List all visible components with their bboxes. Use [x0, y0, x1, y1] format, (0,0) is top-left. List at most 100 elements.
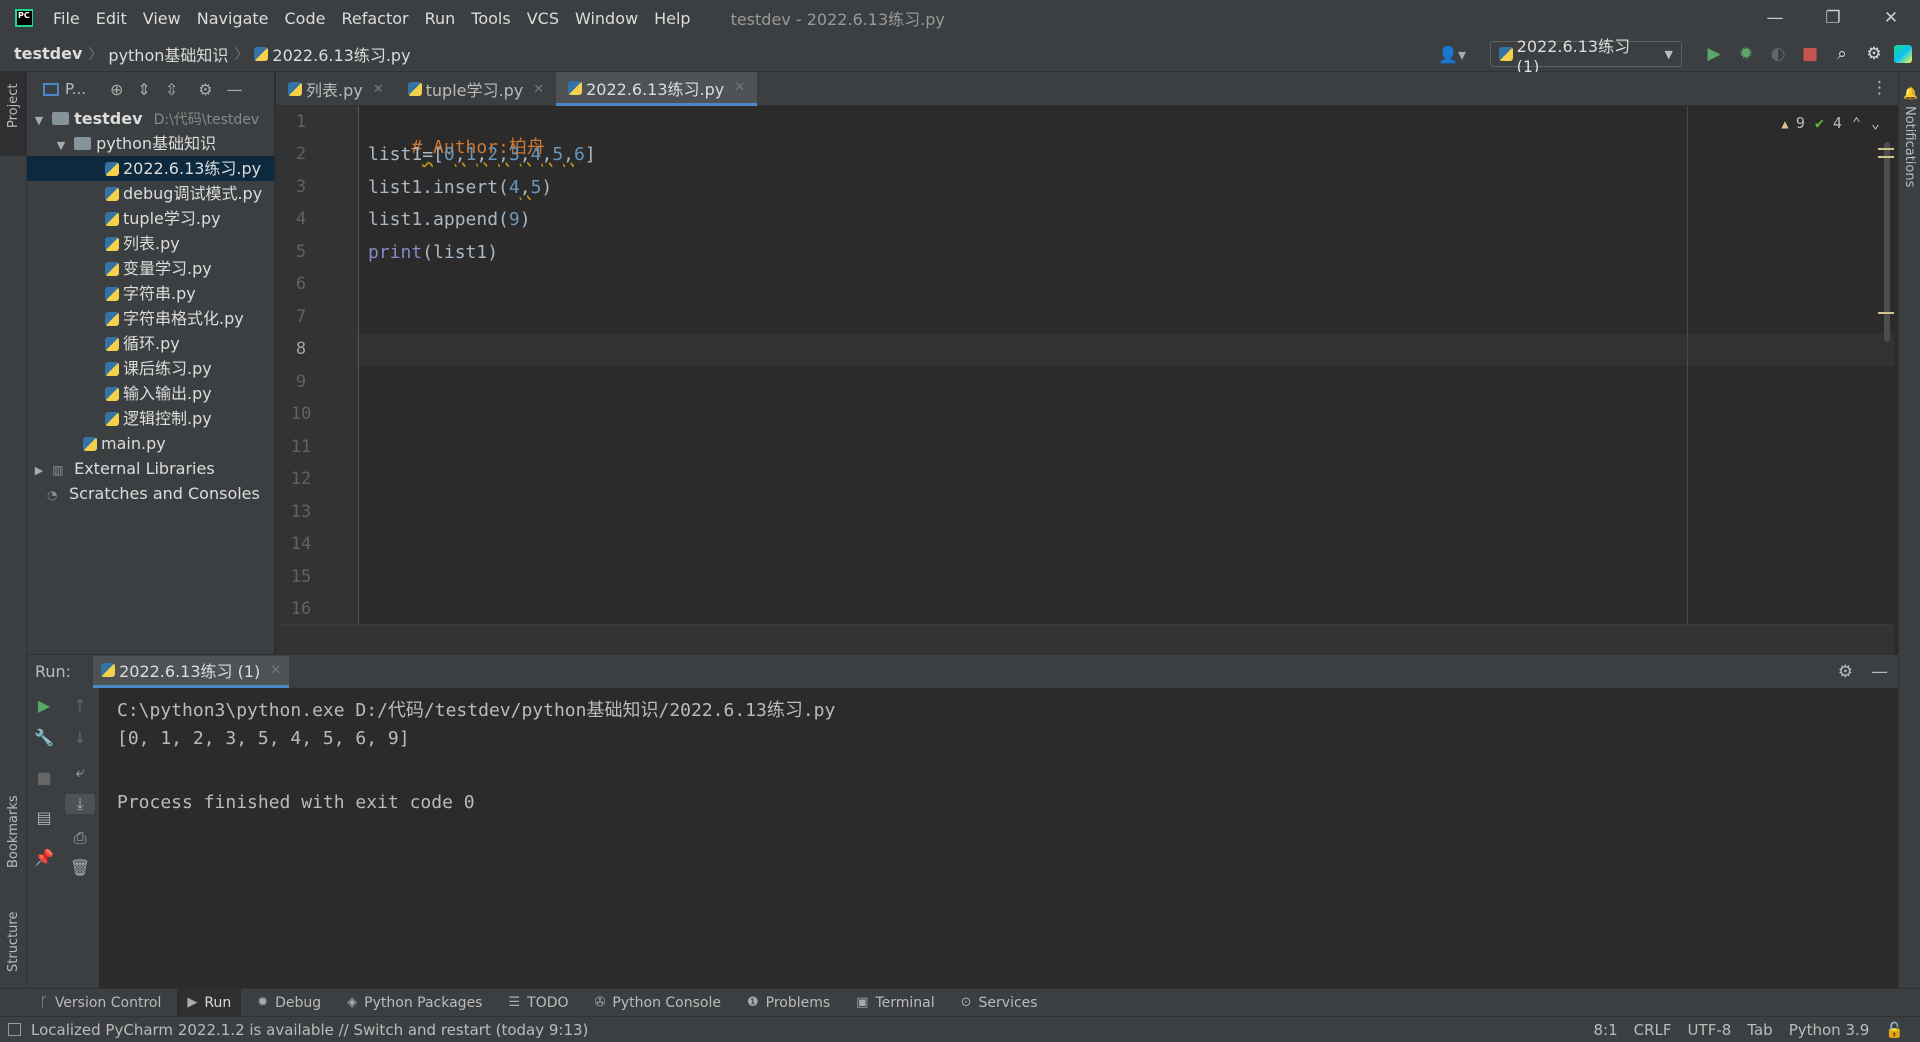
error-stripe-marker[interactable]: [1878, 148, 1894, 150]
tree-file-item[interactable]: debug调试模式.py: [27, 181, 274, 206]
hide-panel-icon[interactable]: —: [1871, 662, 1888, 682]
python-interpreter[interactable]: Python 3.9: [1789, 1021, 1870, 1039]
tree-folder[interactable]: ▼ python基础知识: [27, 131, 274, 156]
close-icon[interactable]: ✕: [533, 82, 544, 97]
project-panel-title[interactable]: P...: [65, 80, 86, 98]
hide-panel-icon[interactable]: —: [227, 80, 243, 99]
line-separator[interactable]: CRLF: [1634, 1021, 1672, 1039]
tree-file-main[interactable]: main.py: [27, 431, 274, 456]
run-icon[interactable]: ▶: [1698, 44, 1730, 64]
run-configuration-select[interactable]: 2022.6.13练习 (1) ▼: [1490, 37, 1682, 76]
breadcrumb-folder[interactable]: python基础知识: [108, 42, 228, 66]
soft-wrap-icon[interactable]: ⤶: [65, 762, 95, 782]
bookmarks-strip-label[interactable]: Bookmarks: [6, 795, 21, 868]
structure-strip-label[interactable]: Structure: [6, 912, 21, 972]
rerun-icon[interactable]: ▶: [29, 696, 59, 715]
run-console[interactable]: C:\python3\python.exe D:/代码/testdev/pyth…: [99, 688, 1898, 988]
tool-window-debug[interactable]: ✹ Debug: [257, 989, 321, 1017]
indent-setting[interactable]: Tab: [1747, 1021, 1772, 1039]
menu-vcs[interactable]: VCS: [527, 9, 559, 28]
arrow-up-icon[interactable]: ↑: [65, 696, 95, 715]
tool-window-run[interactable]: ▶ Run: [177, 988, 242, 1017]
collapse-all-icon[interactable]: ⇳: [165, 80, 178, 99]
chevron-up-icon[interactable]: ⌃: [1852, 114, 1861, 132]
breadcrumb-file[interactable]: 2022.6.13练习.py: [272, 42, 410, 66]
tool-window-version-control[interactable]: ᚴ Version Control: [40, 989, 161, 1017]
chevron-down-icon[interactable]: ⌄: [1871, 114, 1880, 132]
more-icon[interactable]: ⋮: [1871, 78, 1888, 98]
toggle-tool-windows-icon[interactable]: [8, 1023, 21, 1036]
trash-icon[interactable]: 🗑: [65, 858, 95, 877]
tree-file-item[interactable]: 变量学习.py: [27, 256, 274, 281]
error-stripe-marker[interactable]: [1878, 312, 1894, 314]
tree-file-item[interactable]: 课后练习.py: [27, 356, 274, 381]
coverage-icon[interactable]: ◐: [1762, 44, 1794, 64]
tree-external-libraries[interactable]: ▶ ▥ External Libraries: [27, 456, 274, 481]
tree-file-item[interactable]: 列表.py: [27, 231, 274, 256]
run-tab[interactable]: 2022.6.13练习 (1) ✕: [93, 655, 290, 688]
menu-edit[interactable]: Edit: [96, 9, 127, 28]
menu-view[interactable]: View: [143, 9, 181, 28]
tree-file-item[interactable]: 逻辑控制.py: [27, 406, 274, 431]
editor-tab-active[interactable]: 2022.6.13练习.py ✕: [556, 72, 758, 106]
tool-window-problems[interactable]: ❶ Problems: [747, 989, 830, 1017]
locate-icon[interactable]: ⊕: [110, 80, 123, 99]
close-window-icon[interactable]: ✕: [1862, 0, 1920, 36]
gear-icon[interactable]: ⚙: [198, 80, 212, 99]
expand-all-icon[interactable]: ⇕: [137, 80, 150, 99]
menu-run[interactable]: Run: [425, 9, 456, 28]
menu-help[interactable]: Help: [654, 9, 690, 28]
code-editor[interactable]: 1 2 3 4 5 6 7 8 9 10 11 12 13 14 15 16 #…: [276, 106, 1898, 654]
tree-file-item[interactable]: 循环.py: [27, 331, 274, 356]
print-icon[interactable]: ⎙: [65, 828, 95, 848]
menu-refactor[interactable]: Refactor: [341, 9, 408, 28]
user-icon[interactable]: 👤▾: [1438, 45, 1466, 64]
breadcrumb-project[interactable]: testdev: [14, 44, 82, 63]
menu-tools[interactable]: Tools: [471, 9, 510, 28]
close-icon[interactable]: ✕: [270, 663, 281, 678]
debug-icon[interactable]: ✹: [1730, 44, 1762, 64]
stop-icon[interactable]: ■: [29, 768, 59, 787]
tree-scratches[interactable]: ◔ Scratches and Consoles: [27, 481, 274, 506]
tree-file-item[interactable]: tuple学习.py: [27, 206, 274, 231]
stop-icon[interactable]: ■: [1794, 44, 1826, 64]
cursor-position[interactable]: 8:1: [1594, 1021, 1618, 1039]
restore-icon[interactable]: ❐: [1804, 0, 1862, 36]
pin-icon[interactable]: 📌: [29, 848, 59, 867]
tree-file-item[interactable]: 字符串格式化.py: [27, 306, 274, 331]
tree-file-item[interactable]: 字符串.py: [27, 281, 274, 306]
minimize-icon[interactable]: —: [1746, 0, 1804, 36]
gear-icon[interactable]: ⚙: [1838, 662, 1853, 682]
project-strip-tab[interactable]: Project: [0, 72, 27, 156]
menu-file[interactable]: File: [53, 9, 80, 28]
tree-file-item[interactable]: 输入输出.py: [27, 381, 274, 406]
gear-icon[interactable]: ⚙: [1858, 44, 1890, 64]
tree-root[interactable]: ▼ testdev D:\代码\testdev: [27, 106, 274, 131]
tool-window-python-packages[interactable]: ◈ Python Packages: [347, 989, 482, 1017]
file-encoding[interactable]: UTF-8: [1688, 1021, 1732, 1039]
tool-window-terminal[interactable]: ▣ Terminal: [856, 989, 934, 1017]
arrow-down-icon[interactable]: ↓: [65, 728, 95, 747]
status-message[interactable]: Localized PyCharm 2022.1.2 is available …: [31, 1021, 588, 1039]
close-icon[interactable]: ✕: [734, 80, 745, 95]
inspection-widget[interactable]: 9 4 ⌃ ⌄: [1771, 114, 1880, 132]
bell-icon[interactable]: 🔔: [1903, 86, 1918, 100]
tree-file-item[interactable]: 2022.6.13练习.py: [27, 156, 274, 181]
scroll-to-end-icon[interactable]: ⤓: [65, 794, 95, 814]
close-icon[interactable]: ✕: [373, 82, 384, 97]
menu-navigate[interactable]: Navigate: [197, 9, 269, 28]
menu-code[interactable]: Code: [285, 9, 326, 28]
editor-tab[interactable]: 列表.py ✕: [276, 72, 396, 106]
search-icon[interactable]: ⌕: [1826, 44, 1858, 64]
wrench-icon[interactable]: 🔧: [29, 728, 59, 747]
tool-window-todo[interactable]: ☰ TODO: [508, 989, 568, 1017]
jetbrains-toolbox-icon[interactable]: [1894, 45, 1912, 63]
menu-window[interactable]: Window: [575, 9, 638, 28]
editor-tab[interactable]: tuple学习.py ✕: [396, 72, 556, 106]
tool-window-python-console[interactable]: ✇ Python Console: [595, 989, 721, 1017]
notifications-strip-label[interactable]: Notifications: [1902, 106, 1917, 187]
error-stripe-marker[interactable]: [1878, 156, 1894, 158]
tool-window-services[interactable]: ⊙ Services: [961, 989, 1038, 1017]
lock-icon[interactable]: 🔓: [1885, 1021, 1904, 1039]
layout-icon[interactable]: ▤: [29, 808, 59, 827]
